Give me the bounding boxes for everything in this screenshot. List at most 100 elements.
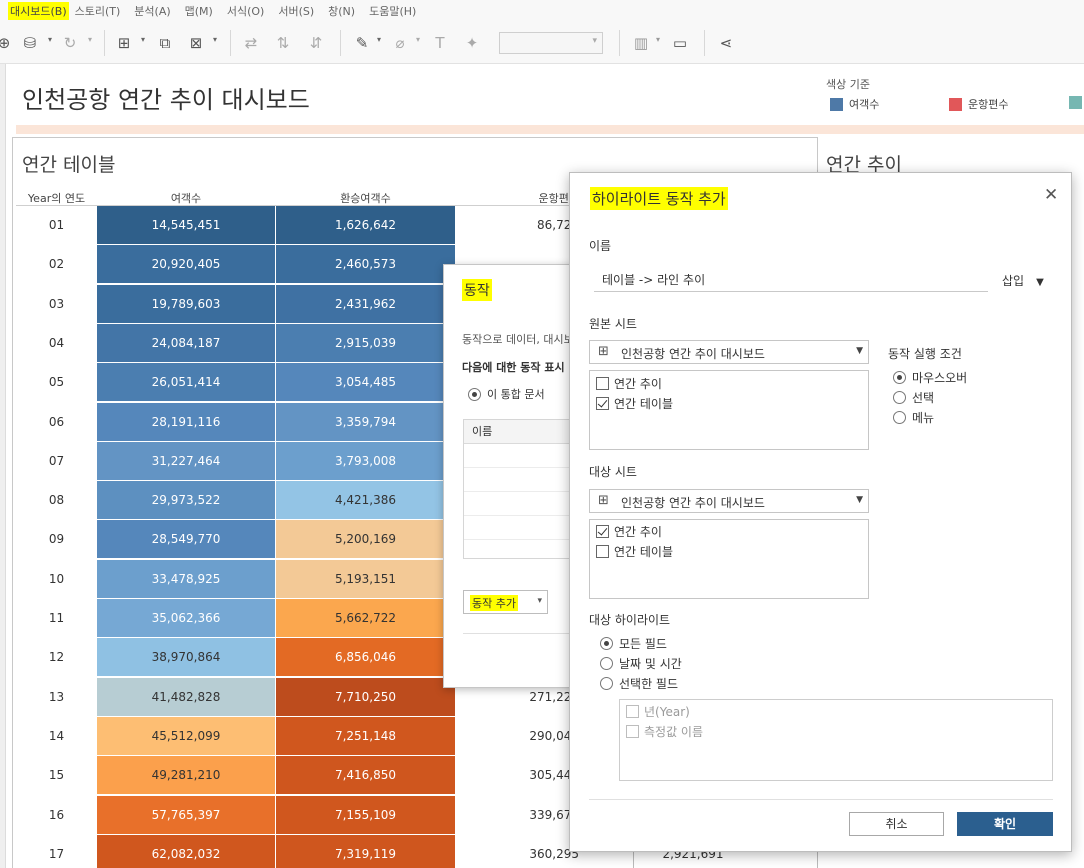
passengers-cell[interactable]: 14,545,451 xyxy=(97,206,275,244)
chevron-down-icon[interactable]: ▾ xyxy=(213,35,217,44)
duplicate-sheet-icon[interactable]: ⧉ xyxy=(155,33,175,53)
passengers-cell[interactable]: 38,970,864 xyxy=(97,638,275,677)
chevron-down-icon[interactable]: ▾ xyxy=(88,35,92,44)
transfer-cell[interactable]: 2,915,039 xyxy=(276,323,455,362)
transfer-cell[interactable]: 6,856,046 xyxy=(276,638,455,677)
add-action-button[interactable]: 동작 추가 ▾ xyxy=(463,590,548,614)
new-data-source-icon[interactable]: ⊕ xyxy=(0,33,14,53)
transfer-cell[interactable]: 2,431,962 xyxy=(276,284,455,323)
chevron-down-icon[interactable]: ▾ xyxy=(377,35,381,44)
run-on-menu[interactable]: 메뉴 xyxy=(893,409,934,426)
radio-button[interactable] xyxy=(893,411,906,424)
sort-descending-icon[interactable]: ⇵ xyxy=(306,33,326,53)
chevron-down-icon[interactable]: ▾ xyxy=(416,35,420,44)
passengers-cell[interactable]: 28,191,116 xyxy=(97,402,275,441)
passengers-cell[interactable]: 62,082,032 xyxy=(97,834,275,868)
passengers-cell[interactable]: 41,482,828 xyxy=(97,677,275,716)
highlight-selected-fields[interactable]: 선택한 필드 xyxy=(600,675,678,692)
run-on-hover[interactable]: 마우스오버 xyxy=(893,369,967,386)
list-item[interactable] xyxy=(464,516,582,540)
pin-icon[interactable]: ✦ xyxy=(462,33,482,53)
passengers-cell[interactable]: 49,281,210 xyxy=(97,756,275,795)
swap-icon[interactable]: ⇄ xyxy=(241,33,261,53)
transfer-cell[interactable]: 3,054,485 xyxy=(276,363,455,402)
sort-ascending-icon[interactable]: ⇅ xyxy=(273,33,293,53)
target-sheet-select[interactable]: ⊞ 인천공항 연간 추이 대시보드 ▼ xyxy=(589,489,869,513)
highlight-date-time[interactable]: 날짜 및 시간 xyxy=(600,655,682,672)
passengers-cell[interactable]: 28,549,770 xyxy=(97,520,275,559)
scope-radio-workbook[interactable]: 이 통합 문서 xyxy=(468,386,545,402)
list-item[interactable] xyxy=(464,492,582,516)
transfer-cell[interactable]: 7,710,250 xyxy=(276,677,455,716)
passengers-cell[interactable]: 26,051,414 xyxy=(97,363,275,402)
flights-cell[interactable]: 305,446 xyxy=(455,756,585,795)
transfer-cell[interactable]: 7,416,850 xyxy=(276,756,455,795)
ok-button[interactable]: 확인 xyxy=(957,812,1053,836)
checkbox[interactable] xyxy=(596,397,609,410)
radio-button[interactable] xyxy=(468,387,481,401)
paperclip-icon[interactable]: ⌀ xyxy=(390,33,410,53)
menu-analysis[interactable]: 분석(A) xyxy=(134,3,178,19)
legend-item-flights[interactable]: 운항편수 xyxy=(949,96,1008,112)
checkbox[interactable] xyxy=(596,525,609,538)
passengers-cell[interactable]: 24,084,187 xyxy=(97,323,275,362)
highlight-pen-icon[interactable]: ✎ xyxy=(352,33,372,53)
transfer-cell[interactable]: 5,200,169 xyxy=(276,520,455,559)
menu-server[interactable]: 서버(S) xyxy=(278,3,322,19)
new-worksheet-icon[interactable]: ⊞ xyxy=(114,33,134,53)
action-name-input[interactable] xyxy=(594,268,988,292)
target-sheet-option-table[interactable]: 연간 테이블 xyxy=(596,543,673,560)
radio-button[interactable] xyxy=(600,637,613,650)
menu-format[interactable]: 서식(O) xyxy=(227,3,272,19)
show-me-icon[interactable]: ▥ xyxy=(631,33,651,53)
transfer-cell[interactable]: 5,193,151 xyxy=(276,559,455,598)
passengers-cell[interactable]: 29,973,522 xyxy=(97,481,275,520)
refresh-icon[interactable]: ↻ xyxy=(60,33,80,53)
transfer-cell[interactable]: 1,626,642 xyxy=(276,206,455,244)
transfer-cell[interactable]: 2,460,573 xyxy=(276,245,455,284)
chevron-down-icon[interactable]: ▾ xyxy=(141,35,145,44)
presentation-icon[interactable]: ▭ xyxy=(670,33,690,53)
menu-window[interactable]: 창(N) xyxy=(328,3,363,19)
radio-button[interactable] xyxy=(600,677,613,690)
checkbox[interactable] xyxy=(596,545,609,558)
clear-sheet-icon[interactable]: ⊠ xyxy=(186,33,206,53)
flights-cell[interactable]: 339,673 xyxy=(455,796,585,835)
highlight-all-fields[interactable]: 모든 필드 xyxy=(600,635,667,652)
flights-cell[interactable]: 360,295 xyxy=(455,835,585,868)
share-icon[interactable]: ⋖ xyxy=(716,33,736,53)
transfer-cell[interactable]: 7,319,119 xyxy=(276,834,455,868)
flights-cell[interactable]: 86,720 xyxy=(455,206,585,245)
transfer-cell[interactable]: 4,421,386 xyxy=(276,481,455,520)
close-icon[interactable]: ✕ xyxy=(1044,185,1058,205)
passengers-cell[interactable]: 57,765,397 xyxy=(97,795,275,834)
transfer-cell[interactable]: 7,155,109 xyxy=(276,795,455,834)
transfer-cell[interactable]: 7,251,148 xyxy=(276,716,455,755)
passengers-cell[interactable]: 31,227,464 xyxy=(97,441,275,480)
database-icon[interactable]: ⛁ xyxy=(20,33,40,53)
passengers-cell[interactable]: 19,789,603 xyxy=(97,284,275,323)
transfer-cell[interactable]: 3,359,794 xyxy=(276,402,455,441)
chevron-down-icon[interactable]: ▾ xyxy=(48,35,52,44)
checkbox[interactable] xyxy=(596,377,609,390)
passengers-cell[interactable]: 45,512,099 xyxy=(97,716,275,755)
list-item[interactable] xyxy=(464,468,582,492)
transfer-cell[interactable]: 3,793,008 xyxy=(276,441,455,480)
run-on-select[interactable]: 선택 xyxy=(893,389,934,406)
cancel-button[interactable]: 취소 xyxy=(849,812,944,836)
radio-button[interactable] xyxy=(893,391,906,404)
radio-button[interactable] xyxy=(600,657,613,670)
flights-cell[interactable]: 290,043 xyxy=(455,717,585,756)
legend-item-passengers[interactable]: 여객수 xyxy=(830,96,879,112)
menu-help[interactable]: 도움말(H) xyxy=(369,3,424,19)
transfer-cell[interactable]: 5,662,722 xyxy=(276,599,455,637)
passengers-cell[interactable]: 20,920,405 xyxy=(97,245,275,284)
menu-dashboard[interactable]: 대시보드(B) xyxy=(8,2,69,20)
menu-story[interactable]: 스토리(T) xyxy=(75,3,129,19)
source-sheet-option-line-trend[interactable]: 연간 추이 xyxy=(596,375,662,392)
source-sheet-option-table[interactable]: 연간 테이블 xyxy=(596,395,673,412)
insert-field-button[interactable]: 삽입 ▼ xyxy=(1002,272,1044,289)
actions-list[interactable]: 이름 xyxy=(463,419,582,559)
passengers-cell[interactable]: 33,478,925 xyxy=(97,559,275,598)
source-sheet-select[interactable]: ⊞ 인천공항 연간 추이 대시보드 ▼ xyxy=(589,340,869,364)
